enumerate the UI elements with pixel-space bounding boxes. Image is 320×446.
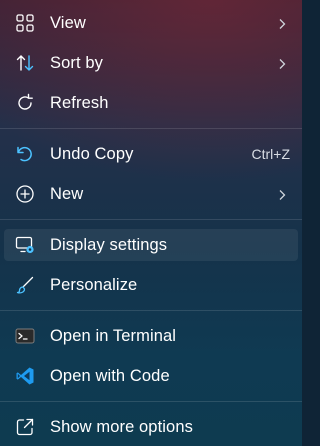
display-settings-icon — [15, 235, 35, 255]
menu-item-label: Refresh — [50, 94, 109, 112]
grid-icon — [15, 13, 35, 33]
menu-item-label: Show more options — [50, 418, 193, 436]
chevron-right-icon — [276, 57, 288, 69]
menu-item-display-settings[interactable]: Display settings — [4, 229, 298, 261]
menu-item-new[interactable]: New — [4, 178, 298, 210]
menu-item-personalize[interactable]: Personalize — [4, 269, 298, 301]
brush-icon — [15, 275, 35, 295]
desktop-context-menu: View Sort by Refresh Undo Copy Ctrl+Z Ne… — [0, 0, 302, 446]
share-icon — [15, 417, 35, 437]
chevron-right-icon — [276, 17, 288, 29]
menu-separator — [0, 310, 302, 311]
shortcut-text: Ctrl+Z — [251, 146, 291, 162]
menu-item-view[interactable]: View — [4, 7, 298, 39]
menu-item-label: Open with Code — [50, 367, 170, 385]
menu-item-label: Open in Terminal — [50, 327, 177, 345]
plus-circle-icon — [15, 184, 35, 204]
sort-arrows-icon — [15, 53, 35, 73]
menu-item-label: New — [50, 185, 84, 203]
menu-item-undo-copy[interactable]: Undo Copy Ctrl+Z — [4, 138, 298, 170]
menu-separator — [0, 128, 302, 129]
menu-item-show-more-options[interactable]: Show more options — [4, 411, 298, 443]
menu-item-label: View — [50, 14, 86, 32]
vscode-icon — [15, 366, 35, 386]
menu-item-label: Personalize — [50, 276, 138, 294]
undo-icon — [15, 144, 35, 164]
menu-item-label: Undo Copy — [50, 145, 134, 163]
menu-item-open-in-terminal[interactable]: Open in Terminal — [4, 320, 298, 352]
menu-item-sort-by[interactable]: Sort by — [4, 47, 298, 79]
terminal-icon — [15, 326, 35, 346]
menu-item-label: Display settings — [50, 236, 168, 254]
menu-item-refresh[interactable]: Refresh — [4, 87, 298, 119]
menu-separator — [0, 219, 302, 220]
chevron-right-icon — [276, 188, 288, 200]
menu-item-label: Sort by — [50, 54, 103, 72]
refresh-icon — [15, 93, 35, 113]
menu-separator — [0, 401, 302, 402]
menu-item-open-with-code[interactable]: Open with Code — [4, 360, 298, 392]
